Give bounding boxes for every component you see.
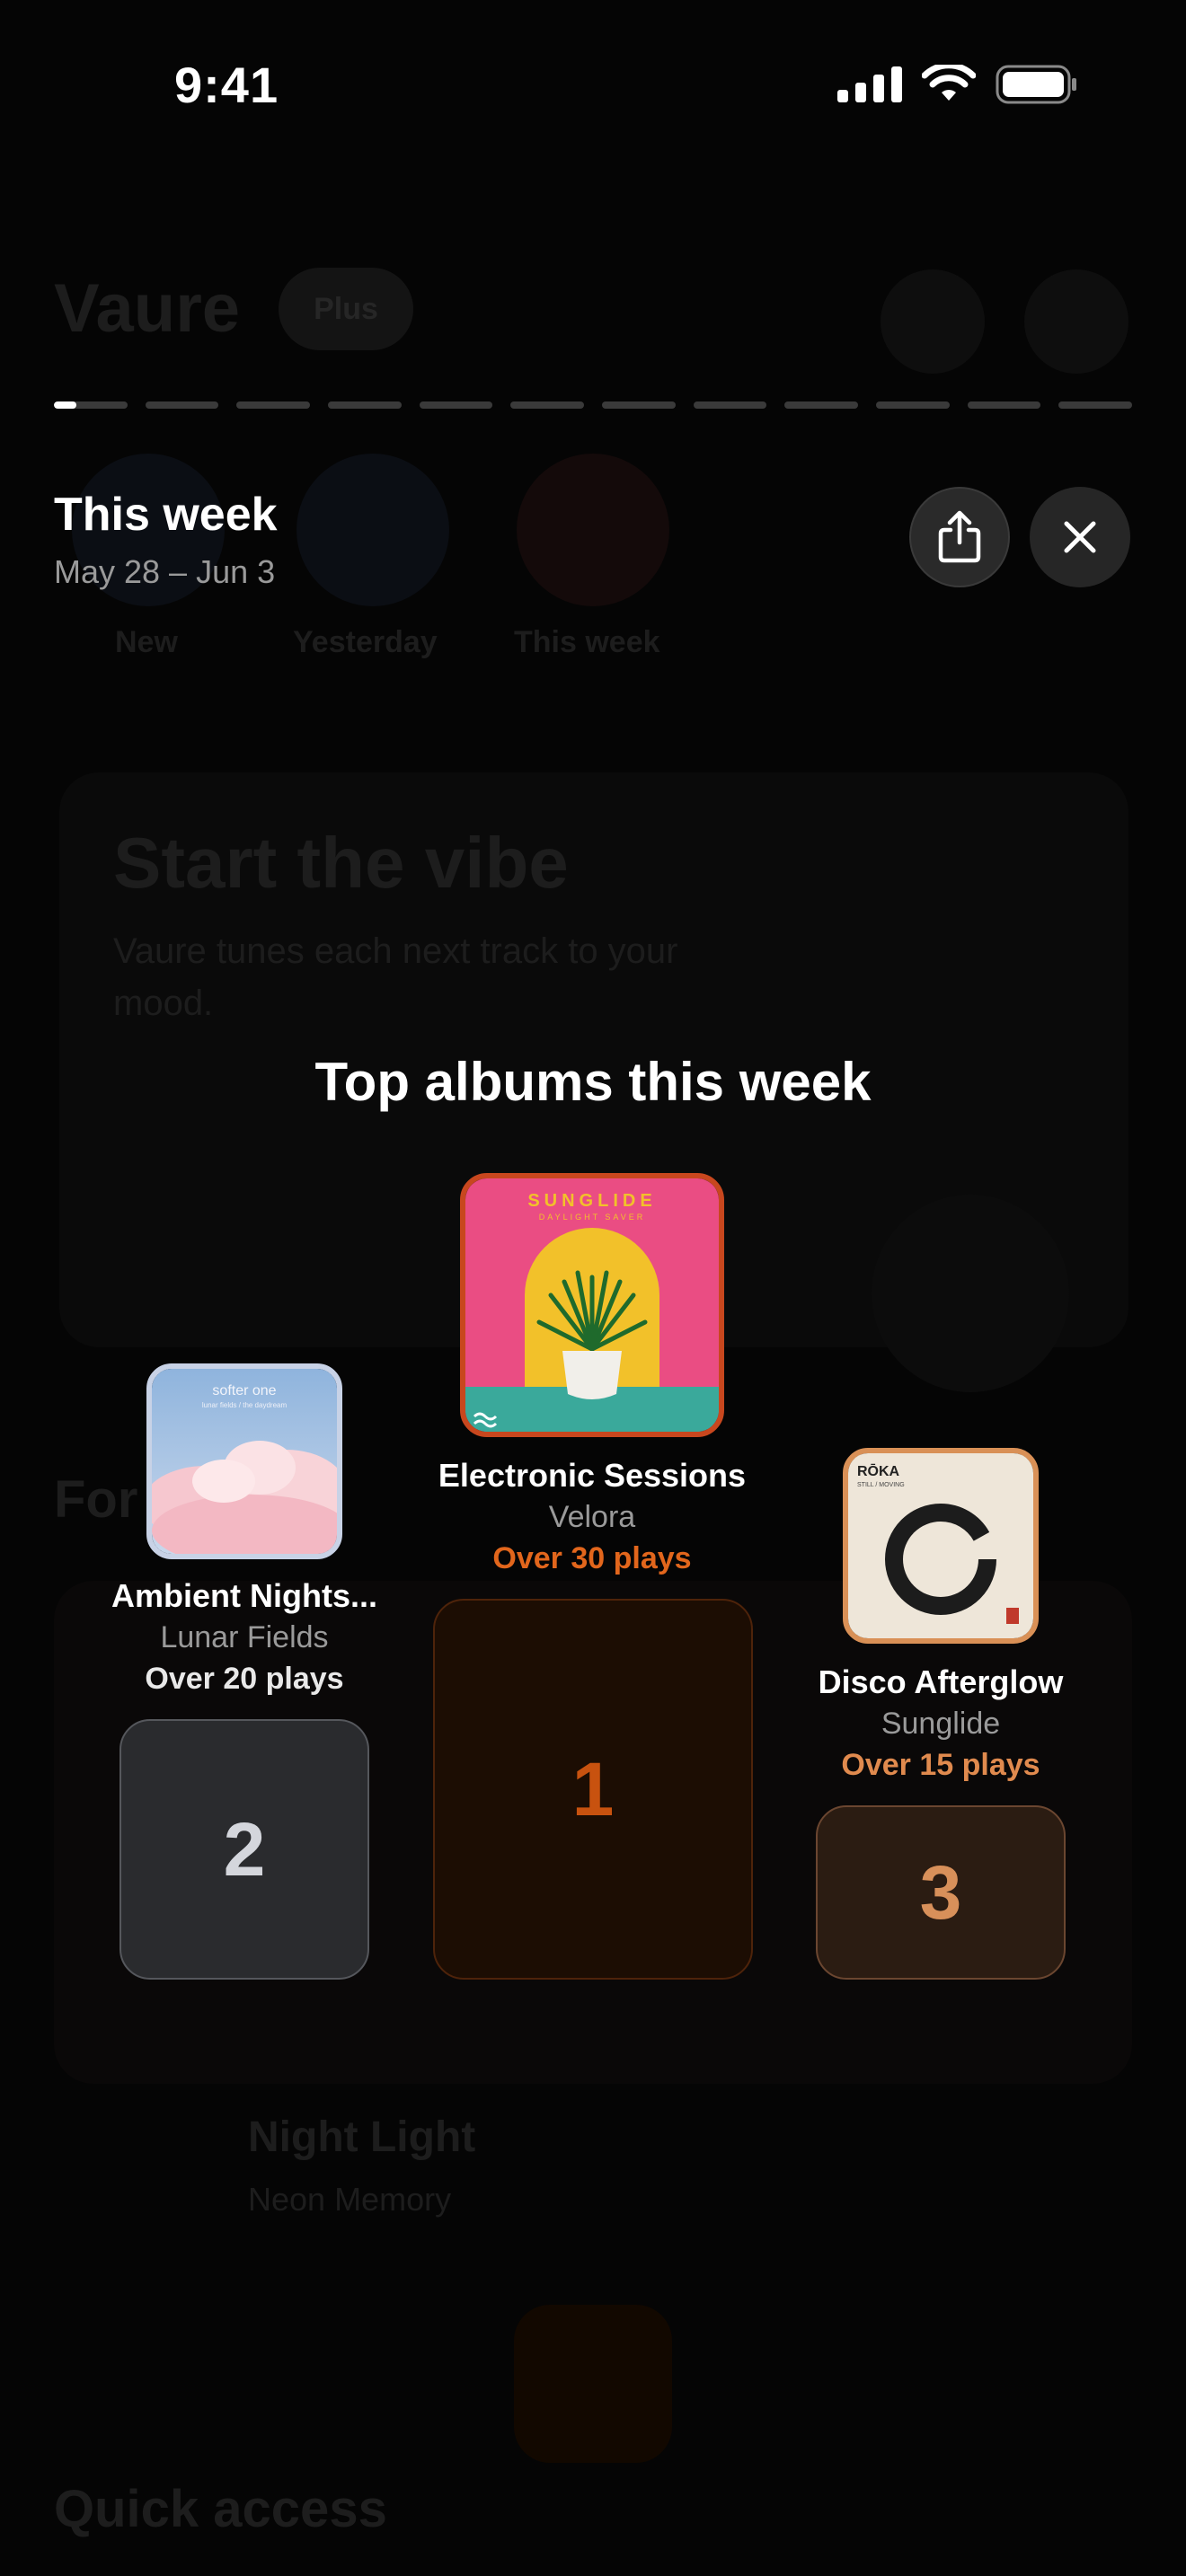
album-cover-text-3: RŌKA <box>857 1464 900 1479</box>
bg-app-title: Vaure <box>54 270 241 347</box>
album-art-enso <box>848 1453 1033 1638</box>
bg-circle-yesterday <box>296 454 449 606</box>
bg-section-for: For <box>54 1470 138 1529</box>
album-cover-subtext-1: DAYLIGHT SAVER <box>538 1213 646 1222</box>
bg-circle-label: Yesterday <box>293 625 438 659</box>
progress-segment <box>784 401 859 409</box>
wifi-icon <box>922 65 976 101</box>
album-title-3: Disco Afterglow <box>818 1663 1064 1700</box>
share-icon <box>938 510 981 563</box>
progress-segment <box>967 401 1041 409</box>
status-icons <box>837 65 1078 104</box>
album-plays-1: Over 30 plays <box>492 1541 692 1575</box>
podium-block-1: 1 <box>433 1599 753 1980</box>
bg-hero-text: Vaure tunes each next track to your mood… <box>113 931 678 1023</box>
album-artist-2: Lunar Fields <box>160 1620 329 1654</box>
progress-segment <box>54 401 128 409</box>
album-cover-text-1: SUNGLIDE <box>527 1191 657 1211</box>
progress-segment <box>693 401 767 409</box>
podium-block-3: 3 <box>816 1805 1066 1980</box>
bg-circle-thisweek <box>517 454 669 606</box>
cellular-signal-icon <box>837 66 902 102</box>
album-artist-1: Velora <box>548 1500 636 1534</box>
story-screen: Vaure Plus New Yesterday This week Start… <box>0 0 1186 2576</box>
album-cover-subtext-3: STILL / MOVING <box>857 1482 905 1488</box>
progress-segment <box>419 401 493 409</box>
bg-circle-label: This week <box>514 625 660 659</box>
share-button[interactable] <box>909 487 1010 587</box>
progress-segment <box>602 401 676 409</box>
album-artist-3: Sunglide <box>881 1707 1001 1741</box>
top-albums-heading: Top albums this week <box>314 1052 872 1112</box>
bg-circle-label: New <box>115 625 178 659</box>
album-plays-3: Over 15 plays <box>841 1748 1040 1782</box>
bg-section-quick: Quick access <box>54 2480 387 2538</box>
status-time: 9:41 <box>174 57 279 113</box>
progress-segment <box>145 401 219 409</box>
bg-broadcast-button <box>1024 269 1128 374</box>
progress-segment <box>236 401 311 409</box>
battery-icon <box>996 65 1076 104</box>
bg-now-playing-title: Night Light <box>248 2113 476 2161</box>
progress-segment-fill <box>54 401 76 409</box>
album-plays-2: Over 20 plays <box>145 1662 344 1696</box>
progress-segment <box>510 401 585 409</box>
album-title-1: Electronic Sessions <box>438 1457 747 1494</box>
bg-play-button <box>872 1195 1069 1392</box>
bg-hero-title: Start the vibe <box>113 823 569 903</box>
close-icon <box>1064 521 1096 553</box>
album-cover-subtext-2: lunar fields / the daydream <box>201 1401 288 1409</box>
story-progress <box>54 401 1133 409</box>
close-button[interactable] <box>1030 487 1130 587</box>
progress-segment <box>328 401 402 409</box>
album-title-2: Ambient Nights... <box>111 1577 377 1614</box>
bg-plan-badge: Plus <box>279 268 413 350</box>
bg-now-playing-artist: Neon Memory <box>248 2181 452 2218</box>
story-date-range: May 28 – Jun 3 <box>54 553 276 590</box>
story-title: This week <box>54 489 278 541</box>
bg-tab-play <box>514 2305 672 2463</box>
podium-block-2: 2 <box>119 1719 369 1980</box>
progress-segment <box>876 401 950 409</box>
progress-segment <box>1058 401 1133 409</box>
bg-download-button <box>881 269 985 374</box>
album-cover-text-2: softer one <box>212 1383 277 1398</box>
